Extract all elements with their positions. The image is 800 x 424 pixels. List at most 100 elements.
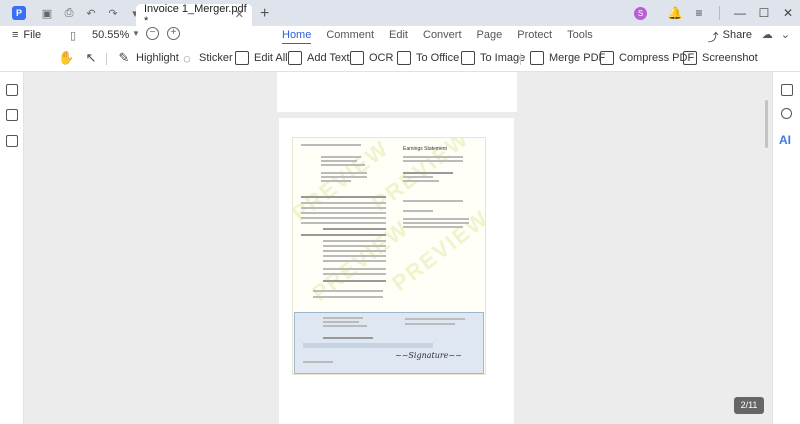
table-header-line	[301, 234, 386, 236]
add-text-icon	[288, 51, 302, 65]
tab-protect[interactable]: Protect	[517, 29, 552, 41]
highlighter-icon: ✎	[118, 50, 130, 65]
tab-page[interactable]: Page	[477, 29, 503, 41]
text-line	[323, 325, 367, 327]
maximize-icon[interactable]: ☐	[752, 6, 776, 20]
table-row-line	[301, 222, 386, 224]
redo-icon[interactable]: ↷	[106, 6, 120, 20]
to-image-button[interactable]: To Image	[461, 49, 525, 67]
add-text-button[interactable]: Add Text	[288, 49, 350, 67]
tab-convert[interactable]: Convert	[423, 29, 462, 41]
text-line	[403, 160, 463, 162]
signature: ~~Signature~~	[395, 351, 462, 360]
menu-bar: ≡ File ▯ 50.55% ▼ − + Home Comment Edit …	[0, 26, 800, 45]
text-line	[323, 317, 363, 319]
zoom-out-icon[interactable]: −	[146, 27, 159, 40]
edit-icon	[235, 51, 249, 65]
ocr-icon	[350, 51, 364, 65]
text-line	[321, 180, 351, 182]
highlight-button[interactable]: ✎ Highlight	[117, 49, 179, 67]
image-icon	[461, 51, 475, 65]
edit-all-button[interactable]: Edit All	[235, 49, 288, 67]
text-line	[403, 156, 463, 158]
text-line	[403, 210, 433, 212]
to-office-label: To Office	[416, 52, 460, 64]
comments-icon[interactable]	[6, 135, 18, 147]
screenshot-button[interactable]: Screenshot	[683, 49, 758, 67]
ai-assistant-icon[interactable]: AI	[779, 133, 791, 147]
tab-home[interactable]: Home	[282, 29, 312, 45]
sticker-button[interactable]: ◌ Sticker	[180, 49, 233, 67]
file-menu-button[interactable]: ≡ File	[12, 29, 41, 41]
select-tool-button[interactable]: ↖	[84, 49, 98, 67]
thumbnails-icon[interactable]	[6, 84, 18, 96]
screenshot-icon	[683, 51, 697, 65]
table-row-line	[301, 217, 386, 219]
tab-edit[interactable]: Edit	[389, 29, 408, 41]
save-icon[interactable]: ▣	[40, 6, 54, 20]
print-icon[interactable]: ⎙	[62, 6, 76, 20]
to-image-label: To Image	[480, 52, 526, 64]
highlight-label: Highlight	[136, 52, 179, 64]
new-tab-icon[interactable]: +	[260, 5, 269, 23]
main-menu-tabs: Home Comment Edit Convert Page Protect T…	[282, 29, 608, 45]
cloud-upload-icon[interactable]: ☁	[762, 28, 773, 41]
page-view-icon[interactable]: ▯	[70, 29, 76, 42]
divider	[106, 53, 107, 65]
right-sidebar: AI	[772, 72, 800, 424]
title-bar: P ▣ ⎙ ↶ ↷ ▾ Invoice 1_Merger.pdf * ✕ + S…	[0, 0, 800, 27]
tab-tools[interactable]: Tools	[567, 29, 593, 41]
share-button[interactable]: ⤴ Share	[708, 29, 752, 45]
edit-all-label: Edit All	[254, 52, 288, 64]
pdf-page-2: PREVIEW PREVIEW PREVIEW PREVIEW Earnings…	[279, 118, 514, 424]
bookmark-icon[interactable]	[6, 109, 18, 121]
text-line	[321, 164, 365, 166]
text-line	[403, 180, 439, 182]
compress-pdf-button[interactable]: Compress PDF	[600, 49, 694, 67]
screenshot-label: Screenshot	[702, 52, 758, 64]
table-row-line	[323, 245, 386, 247]
quick-access-toolbar: ▣ ⎙ ↶ ↷ ▾	[40, 6, 142, 20]
menu-icon[interactable]: ≡	[687, 6, 711, 20]
ribbon-toolbar: ✋ ↖ ✎ Highlight ◌ Sticker Edit All Add Tex…	[0, 44, 800, 72]
zoom-in-icon[interactable]: +	[167, 27, 180, 40]
zoom-dropdown-icon[interactable]: ▼	[132, 29, 140, 38]
close-tab-icon[interactable]: ✕	[235, 8, 244, 21]
table-header-line	[301, 196, 386, 198]
page-indicator: 2/11	[734, 397, 764, 414]
paycheck: ~~Signature~~	[294, 312, 484, 374]
user-avatar[interactable]: S	[634, 6, 647, 20]
merge-pdf-label: Merge PDF	[549, 52, 606, 64]
zoom-level[interactable]: 50.55%	[92, 29, 129, 41]
table-row-line	[323, 260, 386, 262]
hand-tool-button[interactable]: ✋	[58, 49, 74, 67]
close-window-icon[interactable]: ✕	[776, 6, 800, 20]
to-office-button[interactable]: To Office	[397, 49, 459, 67]
text-line	[403, 200, 463, 202]
divider	[520, 53, 521, 65]
text-line	[313, 290, 383, 292]
net-pay-line	[323, 280, 386, 282]
properties-icon[interactable]	[781, 84, 793, 96]
merge-pdf-button[interactable]: Merge PDF	[530, 49, 605, 67]
search-icon[interactable]	[781, 108, 792, 119]
text-line	[321, 176, 367, 178]
table-row-line	[323, 268, 386, 270]
table-row-line	[323, 273, 386, 275]
tab-comment[interactable]: Comment	[326, 29, 374, 41]
text-line	[321, 172, 367, 174]
ocr-button[interactable]: OCR	[350, 49, 393, 67]
text-line	[405, 323, 455, 325]
document-tab[interactable]: Invoice 1_Merger.pdf * ✕	[136, 3, 252, 27]
file-menu-label: File	[23, 29, 42, 41]
vertical-scrollbar[interactable]	[765, 100, 768, 148]
notification-bell-icon[interactable]: 🔔	[663, 6, 687, 20]
minimize-icon[interactable]: —	[728, 6, 752, 20]
table-row-line	[301, 202, 386, 204]
undo-icon[interactable]: ↶	[84, 6, 98, 20]
table-row-line	[301, 207, 386, 209]
text-line	[323, 321, 359, 323]
expand-icon[interactable]: ⌄	[781, 28, 790, 41]
text-line	[313, 296, 383, 298]
text-line	[303, 361, 333, 363]
